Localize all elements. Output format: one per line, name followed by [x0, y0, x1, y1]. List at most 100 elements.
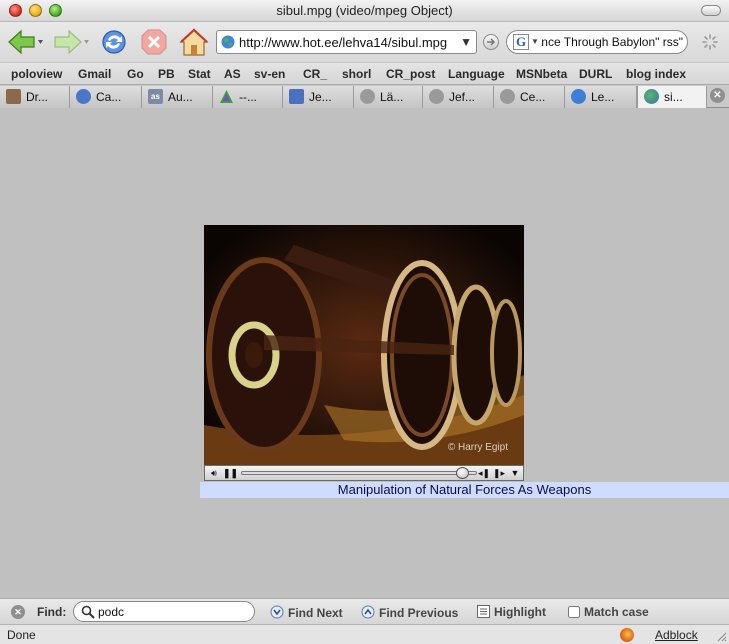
video-watermark: © Harry Egipt — [447, 442, 508, 453]
menu-dropdown-icon[interactable]: ▼ — [508, 467, 522, 480]
search-icon — [81, 605, 95, 619]
highlight-icon — [477, 605, 490, 618]
tab-label: si... — [664, 90, 683, 104]
tab-8[interactable]: Ce... — [494, 86, 565, 108]
home-icon — [179, 28, 209, 56]
page-content: © Harry Egipt 🔊︎ ❚❚ ◂❚ ❚▸ ▼ Manipulation… — [0, 108, 729, 598]
tab-label: Lä... — [380, 90, 404, 104]
reload-button[interactable] — [99, 27, 129, 57]
tab-9[interactable]: Le... — [565, 86, 637, 108]
tab-label: --... — [239, 90, 257, 104]
close-tab-button[interactable]: ✕ — [710, 88, 725, 103]
find-input-value[interactable]: podc — [98, 605, 124, 619]
engine-dropdown-icon[interactable]: ▼ — [531, 37, 539, 46]
search-box[interactable]: G ▼ "Dance Through Babylon" rss — [506, 30, 688, 54]
toolbar-toggle-button[interactable] — [701, 5, 721, 16]
page-icon — [6, 89, 21, 104]
tab-10-active[interactable]: si... — [637, 86, 707, 108]
activity-throbber-icon — [702, 34, 718, 50]
bookmark-go[interactable]: Go — [127, 67, 144, 81]
globe-grey-icon — [500, 89, 515, 104]
window-title: sibul.mpg (video/mpeg Object) — [276, 3, 453, 18]
pause-button[interactable]: ❚❚ — [223, 467, 238, 480]
google-engine-icon[interactable]: G — [513, 34, 529, 50]
bookmark-pb[interactable]: PB — [158, 67, 175, 81]
tab-1[interactable]: Dr... — [0, 86, 70, 108]
video-caption: Manipulation of Natural Forces As Weapon… — [200, 482, 729, 498]
title-bar: sibul.mpg (video/mpeg Object) — [0, 0, 729, 22]
globe-grey-icon — [429, 89, 444, 104]
back-button[interactable] — [6, 27, 43, 57]
adblock-link[interactable]: Adblock — [655, 628, 698, 642]
resize-grip-icon[interactable] — [715, 630, 727, 642]
bookmark-blog-index[interactable]: blog index — [626, 67, 686, 81]
checkbox-icon — [568, 606, 580, 618]
video-controls: 🔊︎ ❚❚ ◂❚ ❚▸ ▼ — [204, 465, 524, 481]
bookmark-durl[interactable]: DURL — [579, 67, 612, 81]
bookmark-msnbeta[interactable]: MSNbeta — [516, 67, 567, 81]
volume-icon[interactable]: 🔊︎ — [207, 467, 221, 480]
highlight-label: Highlight — [494, 605, 546, 619]
match-case-checkbox[interactable]: Match case — [568, 605, 649, 619]
find-next-label: Find Next — [288, 606, 343, 620]
chart-icon — [289, 89, 304, 104]
arrow-up-icon — [361, 605, 375, 619]
find-next-button[interactable]: Find Next — [270, 605, 343, 620]
stop-button[interactable] — [139, 27, 169, 57]
globe-blue-icon — [571, 89, 586, 104]
forward-arrow-icon — [54, 29, 89, 55]
arrow-down-icon — [270, 605, 284, 619]
tab-5[interactable]: Je... — [283, 86, 354, 108]
locomotive-wheels-image — [204, 225, 524, 465]
bookmark-cr[interactable]: CR_ — [303, 67, 327, 81]
tab-2[interactable]: Ca... — [70, 86, 142, 108]
find-previous-button[interactable]: Find Previous — [361, 605, 458, 620]
go-button[interactable] — [483, 34, 499, 50]
status-bar: Done Adblock — [0, 624, 729, 644]
tab-3[interactable]: as Au... — [142, 86, 213, 108]
tab-7[interactable]: Jef... — [423, 86, 494, 108]
stop-icon — [141, 29, 167, 55]
as-icon: as — [148, 89, 163, 104]
tab-label: Dr... — [26, 90, 49, 104]
step-back-button[interactable]: ◂❚ — [478, 467, 490, 480]
step-forward-button[interactable]: ❚▸ — [493, 467, 505, 480]
match-case-label: Match case — [584, 605, 649, 619]
progress-slider-knob[interactable] — [456, 467, 470, 479]
bookmark-poloview[interactable]: poloview — [11, 67, 62, 81]
find-input[interactable]: podc — [73, 601, 255, 622]
video-frame[interactable]: © Harry Egipt — [204, 225, 524, 465]
url-text: http://www.hot.ee/lehva14/sibul.mpg — [239, 35, 448, 50]
bookmark-stat[interactable]: Stat — [188, 67, 211, 81]
triangle-icon — [220, 90, 233, 103]
tab-6[interactable]: Lä... — [354, 86, 423, 108]
globe-green-icon — [644, 89, 659, 104]
close-find-bar-button[interactable]: ✕ — [11, 605, 25, 619]
tab-label: Ce... — [520, 90, 546, 104]
tab-label: Ca... — [96, 90, 122, 104]
swirl-icon — [76, 89, 91, 104]
bookmark-cr-post[interactable]: CR_post — [386, 67, 435, 81]
search-input[interactable]: "Dance Through Babylon" rss — [541, 35, 683, 49]
bookmark-as[interactable]: AS — [224, 67, 241, 81]
tab-4[interactable]: --... — [213, 86, 283, 108]
globe-grey-icon — [360, 89, 375, 104]
tab-strip: Dr... Ca... as Au... --... Je... Lä... J… — [0, 84, 729, 108]
reload-icon — [102, 30, 126, 54]
progress-track[interactable] — [241, 471, 477, 475]
home-button[interactable] — [178, 27, 209, 57]
tab-label: Le... — [591, 90, 615, 104]
bookmark-shorl[interactable]: shorl — [342, 67, 371, 81]
forward-button[interactable] — [50, 27, 89, 57]
bookmark-sv-en[interactable]: sv-en — [254, 67, 285, 81]
go-arrow-icon — [487, 38, 496, 46]
bookmark-language[interactable]: Language — [448, 67, 505, 81]
highlight-button[interactable]: Highlight — [477, 605, 546, 619]
tab-label: Jef... — [449, 90, 476, 104]
find-previous-label: Find Previous — [379, 606, 459, 620]
site-globe-icon — [221, 35, 235, 49]
bookmark-gmail[interactable]: Gmail — [78, 67, 111, 81]
url-dropdown-icon[interactable]: ▼ — [460, 35, 472, 49]
address-bar[interactable]: http://www.hot.ee/lehva14/sibul.mpg ▼ — [216, 30, 477, 54]
tab-label: Je... — [309, 90, 332, 104]
